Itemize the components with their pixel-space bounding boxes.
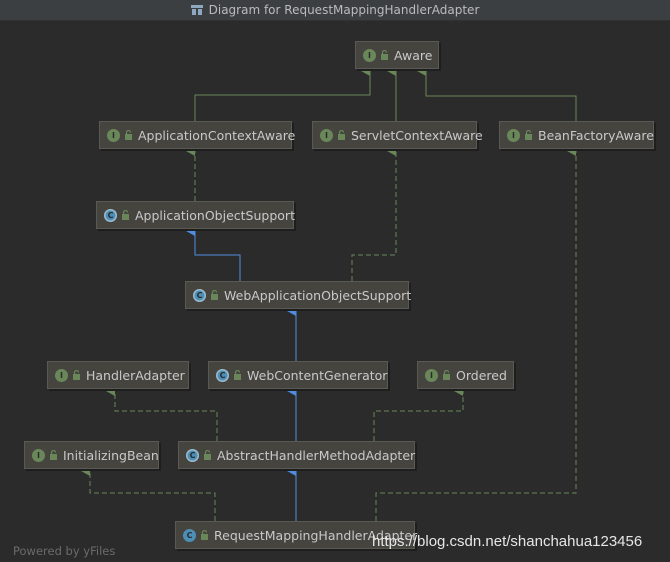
- node-label: HandlerAdapter: [86, 367, 185, 383]
- interface-icon: I: [32, 448, 45, 462]
- class-icon: C: [183, 528, 196, 542]
- node-aware[interactable]: I Aware: [355, 41, 439, 69]
- public-lock-icon: [73, 370, 80, 380]
- node-web-application-object-support[interactable]: C WebApplicationObjectSupport: [185, 281, 412, 309]
- node-application-context-aware[interactable]: I ApplicationContextAware: [99, 121, 296, 149]
- node-label: Aware: [394, 47, 433, 63]
- interface-icon: I: [107, 128, 120, 142]
- interface-icon: I: [425, 368, 438, 382]
- public-lock-icon: [122, 210, 129, 220]
- public-lock-icon: [201, 530, 208, 540]
- public-lock-icon: [211, 290, 218, 300]
- interface-icon: I: [320, 128, 333, 142]
- interface-icon: I: [507, 128, 520, 142]
- abstract-class-icon: C: [216, 368, 229, 382]
- edge-beanfactoryaware-aware: [417, 66, 577, 121]
- node-web-content-generator[interactable]: C WebContentGenerator: [208, 361, 388, 389]
- node-label: ApplicationContextAware: [138, 127, 296, 143]
- public-lock-icon: [204, 450, 211, 460]
- abstract-class-icon: C: [104, 208, 117, 222]
- public-lock-icon: [443, 370, 450, 380]
- powered-by-label: Powered by yFiles: [13, 544, 116, 558]
- node-label: ApplicationObjectSupport: [135, 207, 295, 223]
- edge-appcontextaware-aware: [194, 66, 371, 121]
- public-lock-icon: [338, 130, 345, 140]
- edge-webappobjectsupport-appobjectsupport: [186, 226, 241, 281]
- public-lock-icon: [50, 450, 57, 460]
- public-lock-icon: [381, 50, 388, 60]
- edge-abstracthandler-handleradapter: [106, 386, 218, 441]
- node-label: InitializingBean: [63, 447, 159, 463]
- node-initializing-bean[interactable]: I InitializingBean: [24, 441, 159, 469]
- public-lock-icon: [234, 370, 241, 380]
- edge-requestmapping-initializingbean: [81, 466, 216, 521]
- node-handler-adapter[interactable]: I HandlerAdapter: [47, 361, 189, 389]
- interface-icon: I: [55, 368, 68, 382]
- node-label: Ordered: [456, 367, 507, 383]
- node-application-object-support[interactable]: C ApplicationObjectSupport: [96, 201, 295, 229]
- node-bean-factory-aware[interactable]: I BeanFactoryAware: [499, 121, 654, 149]
- node-label: WebContentGenerator: [247, 367, 388, 383]
- node-label: WebApplicationObjectSupport: [224, 287, 412, 303]
- interface-icon: I: [363, 48, 376, 62]
- edge-abstracthandler-ordered: [373, 386, 464, 441]
- node-label: AbstractHandlerMethodAdapter: [217, 447, 416, 463]
- public-lock-icon: [525, 130, 532, 140]
- node-label: BeanFactoryAware: [538, 127, 654, 143]
- public-lock-icon: [125, 130, 132, 140]
- abstract-class-icon: C: [193, 288, 206, 302]
- node-abstract-handler-method-adapter[interactable]: C AbstractHandlerMethodAdapter: [178, 441, 415, 469]
- node-ordered[interactable]: I Ordered: [417, 361, 514, 389]
- node-servlet-context-aware[interactable]: I ServletContextAware: [312, 121, 483, 149]
- watermark-url: https://blog.csdn.net/shanchahua123456: [372, 533, 643, 550]
- edge-webappobjectsupport-servletcontextaware: [351, 146, 397, 281]
- node-label: ServletContextAware: [351, 127, 483, 143]
- abstract-class-icon: C: [186, 448, 199, 462]
